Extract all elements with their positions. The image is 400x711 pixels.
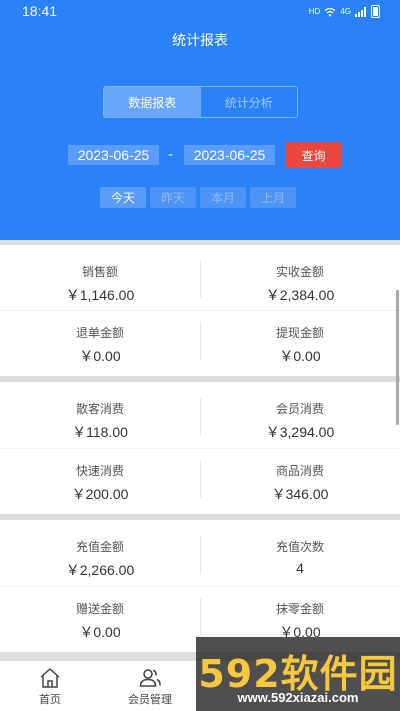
stat-label: 退单金额 bbox=[75, 326, 124, 340]
query-button[interactable]: 查询 bbox=[285, 142, 342, 168]
stat-value: ￥1,146.00 bbox=[65, 287, 135, 303]
status-time: 18:41 bbox=[22, 3, 58, 19]
stat-sales: 销售额 ￥1,146.00 bbox=[0, 245, 200, 310]
network-indicator: 4G bbox=[340, 7, 351, 16]
stat-label: 会员消费 bbox=[275, 402, 324, 416]
report-type-segment: 数据报表 统计分析 bbox=[103, 86, 298, 118]
stat-member: 会员消费 ￥3,294.00 bbox=[200, 382, 400, 447]
stat-value: ￥118.00 bbox=[72, 424, 128, 440]
stat-label: 实收金额 bbox=[275, 265, 324, 279]
home-icon bbox=[40, 668, 60, 688]
stat-walkin: 散客消费 ￥118.00 bbox=[0, 382, 200, 447]
page-title: 统计报表 bbox=[172, 33, 228, 49]
stat-gift: 赠送金额 ￥0.00 bbox=[0, 582, 200, 647]
tab-data-report[interactable]: 数据报表 bbox=[104, 87, 201, 117]
watermark-url: www.592xiazai.com bbox=[237, 690, 359, 705]
watermark: 592软件园 www.592xiazai.com bbox=[196, 637, 400, 711]
members-icon bbox=[139, 669, 161, 687]
tab-statistics-analysis[interactable]: 统计分析 bbox=[201, 87, 298, 117]
stat-received: 实收金额 ￥2,384.00 bbox=[200, 245, 400, 310]
quick-range-yesterday[interactable]: 昨天 bbox=[150, 187, 196, 208]
tabbar-item-home[interactable]: 首页 bbox=[0, 661, 100, 711]
quick-range-this-month[interactable]: 本月 bbox=[200, 187, 246, 208]
header: 18:41 HD 4G 统计报表 数据报表 统计分析 2023-06-25 - … bbox=[0, 0, 400, 240]
battery-icon bbox=[371, 5, 380, 18]
stat-label: 销售额 bbox=[81, 265, 118, 279]
stat-label: 散客消费 bbox=[75, 402, 124, 416]
quick-range-today[interactable]: 今天 bbox=[100, 187, 146, 208]
stat-value: ￥2,384.00 bbox=[265, 287, 335, 303]
stat-value: ￥200.00 bbox=[71, 486, 129, 502]
stat-refund: 退单金额 ￥0.00 bbox=[0, 306, 200, 371]
stat-recharge-count: 充值次数 4 bbox=[200, 520, 400, 585]
tabbar-label: 会员管理 bbox=[128, 693, 172, 706]
stat-value: ￥0.00 bbox=[279, 348, 321, 364]
signal-icon bbox=[355, 6, 366, 17]
stat-value: ￥2,266.00 bbox=[65, 562, 135, 578]
stat-label: 充值金额 bbox=[75, 540, 124, 554]
hd-indicator: HD bbox=[308, 7, 321, 16]
stat-goods: 商品消费 ￥346.00 bbox=[200, 444, 400, 509]
quick-range-last-month[interactable]: 上月 bbox=[250, 187, 296, 208]
end-date-picker[interactable]: 2023-06-25 bbox=[184, 145, 275, 165]
wifi-icon bbox=[324, 7, 336, 16]
stat-value: ￥3,294.00 bbox=[265, 424, 335, 440]
status-icons: HD 4G bbox=[309, 5, 380, 18]
stat-value: 4 bbox=[296, 560, 304, 576]
stat-label: 商品消费 bbox=[275, 464, 324, 478]
stat-quick: 快速消费 ￥200.00 bbox=[0, 444, 200, 509]
stat-value: ￥346.00 bbox=[271, 486, 329, 502]
scrollbar[interactable] bbox=[396, 290, 399, 425]
stat-label: 提现金额 bbox=[275, 326, 324, 340]
stat-withdraw: 提现金额 ￥0.00 bbox=[200, 306, 400, 371]
date-separator: - bbox=[168, 147, 174, 163]
tabbar-label: 首页 bbox=[39, 693, 61, 706]
start-date-picker[interactable]: 2023-06-25 bbox=[68, 145, 159, 165]
stat-label: 充值次数 bbox=[275, 540, 324, 554]
stat-value: ￥0.00 bbox=[79, 348, 121, 364]
stat-label: 抹零金额 bbox=[275, 602, 324, 616]
stat-label: 赠送金额 bbox=[75, 602, 124, 616]
status-bar: 18:41 HD 4G bbox=[0, 0, 400, 24]
tabbar-item-members[interactable]: 会员管理 bbox=[100, 661, 200, 711]
stat-recharge-amount: 充值金额 ￥2,266.00 bbox=[0, 520, 200, 585]
stat-value: ￥0.00 bbox=[79, 624, 121, 640]
stat-label: 快速消费 bbox=[75, 464, 124, 478]
